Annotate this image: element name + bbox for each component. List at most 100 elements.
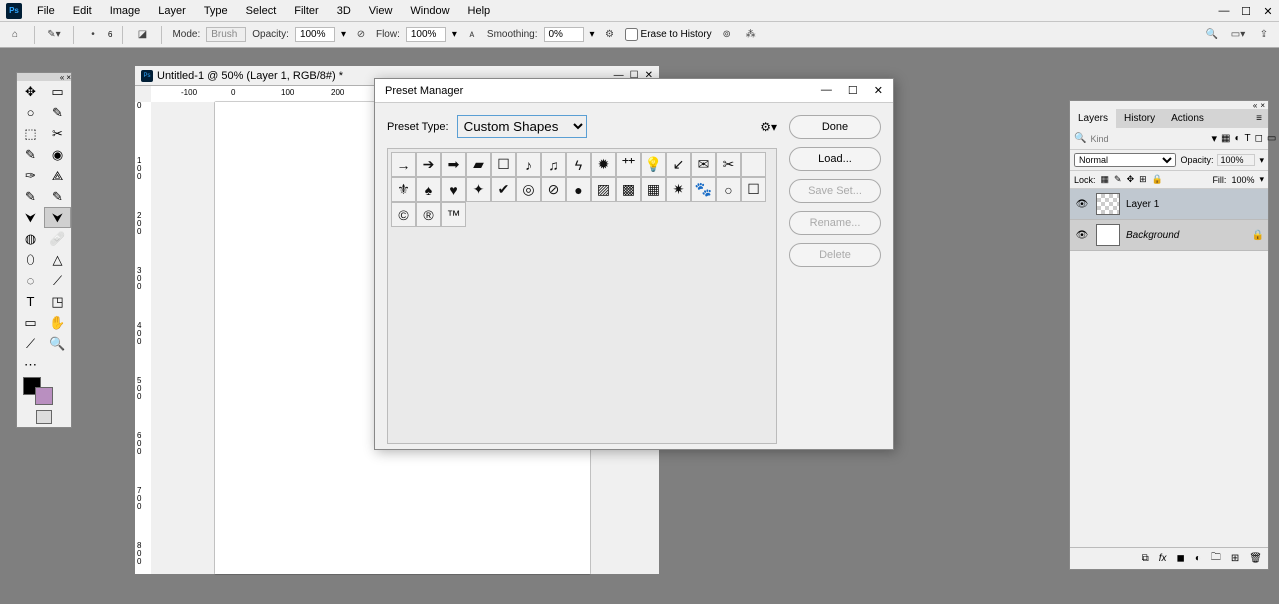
lock-transparency-icon[interactable]: ▦ <box>1101 174 1110 185</box>
workspace-icon[interactable]: ▭▾ <box>1229 26 1247 44</box>
shape-checker[interactable]: ▩ <box>616 177 641 202</box>
lock-all-icon[interactable]: 🔒 <box>1152 174 1163 185</box>
visibility-icon[interactable]: 👁 <box>1074 199 1090 210</box>
load-button[interactable]: Load... <box>789 147 881 171</box>
mode-select[interactable]: Brush <box>206 27 246 42</box>
background-swatch[interactable] <box>35 387 53 405</box>
visibility-icon[interactable]: 👁 <box>1074 230 1090 241</box>
shape-no[interactable]: ⊘ <box>541 177 566 202</box>
dialog-close-button[interactable]: ✕ <box>874 84 883 97</box>
tool-2[interactable]: ○ <box>17 102 44 123</box>
shape-blob[interactable]: ✦ <box>466 177 491 202</box>
shape-arrow-point[interactable]: ↙ <box>666 152 691 177</box>
tab-history[interactable]: History <box>1116 109 1163 128</box>
layer-fill-input[interactable]: 100% <box>1231 175 1254 185</box>
brush-icon[interactable]: ✎▾ <box>45 26 63 44</box>
lock-artboard-icon[interactable]: ⊞ <box>1139 174 1147 185</box>
shape-spade[interactable]: ♠ <box>416 177 441 202</box>
menu-window[interactable]: Window <box>401 2 458 20</box>
panel-menu-icon[interactable]: ≡ <box>1250 109 1268 128</box>
shape-speech[interactable]: ● <box>566 177 591 202</box>
shape-arrow-block[interactable]: ➡ <box>441 152 466 177</box>
tool-18[interactable]: ◌ <box>17 270 44 291</box>
shape-scissors[interactable]: ✂ <box>716 152 741 177</box>
shape-blank[interactable] <box>741 152 766 177</box>
tool-9[interactable]: ⟁ <box>44 165 71 186</box>
layer-thumb[interactable] <box>1096 224 1120 246</box>
shape-envelope[interactable]: ✉ <box>691 152 716 177</box>
shape-square-outline2[interactable]: ☐ <box>741 177 766 202</box>
symmetry-icon[interactable]: ⁂ <box>742 26 760 44</box>
shape-arrow-thin[interactable]: → <box>391 152 416 177</box>
brush-size-icon[interactable]: • <box>84 26 102 44</box>
shape-trademark[interactable]: ™ <box>441 202 466 227</box>
panel-close-icon[interactable]: × <box>1260 101 1265 109</box>
tool-20[interactable]: T <box>17 291 44 312</box>
tool-1[interactable]: ▭ <box>44 81 71 102</box>
tool-14[interactable]: ◍ <box>17 228 44 249</box>
minimize-button[interactable]: — <box>1213 0 1235 22</box>
search-icon[interactable]: 🔍 <box>1074 133 1086 144</box>
shape-star8[interactable]: ✷ <box>666 177 691 202</box>
tool-23[interactable]: ✋ <box>44 312 71 333</box>
delete-button[interactable]: Delete <box>789 243 881 267</box>
maximize-button[interactable]: ☐ <box>1235 0 1257 22</box>
smoothing-input[interactable]: 0% <box>544 27 584 42</box>
menu-3d[interactable]: 3D <box>328 2 360 20</box>
done-button[interactable]: Done <box>789 115 881 139</box>
lock-position-icon[interactable]: ✥ <box>1127 174 1135 185</box>
rename-button[interactable]: Rename... <box>789 211 881 235</box>
tool-8[interactable]: ✑ <box>17 165 44 186</box>
shape-grid[interactable]: ▦ <box>641 177 666 202</box>
tool-12[interactable]: ⮟ <box>17 207 44 228</box>
shape-circle[interactable]: ○ <box>716 177 741 202</box>
shape-registered[interactable]: ® <box>416 202 441 227</box>
shape-copyright[interactable]: © <box>391 202 416 227</box>
tool-15[interactable]: 🩹 <box>44 228 71 249</box>
adjustment-icon[interactable]: ◐ <box>1195 553 1201 564</box>
tool-26[interactable]: ⋯ <box>17 354 44 375</box>
shape-note-double[interactable]: ♫ <box>541 152 566 177</box>
menu-type[interactable]: Type <box>195 2 237 20</box>
filter-type-icon[interactable]: T <box>1244 133 1250 144</box>
erase-history-check[interactable]: Erase to History <box>625 28 712 41</box>
tool-13[interactable]: ⮟ <box>44 207 71 228</box>
shape-square-outline[interactable]: ☐ <box>491 152 516 177</box>
tool-19[interactable]: ⟋ <box>44 270 71 291</box>
link-layers-icon[interactable]: ⧉ <box>1142 553 1149 564</box>
shape-fleur[interactable]: ⚜ <box>391 177 416 202</box>
shape-bulb[interactable]: 💡 <box>641 152 666 177</box>
kind-filter-input[interactable] <box>1090 134 1207 144</box>
tab-actions[interactable]: Actions <box>1163 109 1212 128</box>
preset-type-select[interactable]: Custom Shapes <box>457 115 587 138</box>
menu-select[interactable]: Select <box>237 2 286 20</box>
tool-7[interactable]: ◉ <box>44 144 71 165</box>
tool-4[interactable]: ⬚ <box>17 123 44 144</box>
pressure-opacity-icon[interactable]: ⊘ <box>352 26 370 44</box>
filter-adjust-icon[interactable]: ◐ <box>1234 133 1240 144</box>
lock-pixels-icon[interactable]: ✎ <box>1114 174 1122 185</box>
flow-input[interactable]: 100% <box>406 27 446 42</box>
filter-smart-icon[interactable]: ▭ <box>1267 133 1276 144</box>
close-button[interactable]: ✕ <box>1257 0 1279 22</box>
save-set-button[interactable]: Save Set... <box>789 179 881 203</box>
menu-help[interactable]: Help <box>459 2 500 20</box>
quickmask-button[interactable] <box>36 410 52 424</box>
trash-icon[interactable]: 🗑 <box>1249 553 1262 564</box>
layer-opacity-input[interactable]: 100% <box>1217 154 1255 166</box>
menu-file[interactable]: File <box>28 2 64 20</box>
layer-row[interactable]: 👁Background🔒 <box>1070 220 1268 251</box>
blend-mode-select[interactable]: Normal <box>1074 153 1176 167</box>
search-icon[interactable]: 🔍 <box>1203 26 1221 44</box>
share-icon[interactable]: ⇪ <box>1255 26 1273 44</box>
tool-24[interactable]: ⟋ <box>17 333 44 354</box>
shape-hatch[interactable]: ▨ <box>591 177 616 202</box>
tool-5[interactable]: ✂ <box>44 123 71 144</box>
tool-25[interactable]: 🔍 <box>44 333 71 354</box>
menu-edit[interactable]: Edit <box>64 2 101 20</box>
tool-17[interactable]: △ <box>44 249 71 270</box>
shape-paw[interactable]: 🐾 <box>691 177 716 202</box>
tool-11[interactable]: ✎ <box>44 186 71 207</box>
shape-burst[interactable]: ✹ <box>591 152 616 177</box>
menu-filter[interactable]: Filter <box>285 2 327 20</box>
